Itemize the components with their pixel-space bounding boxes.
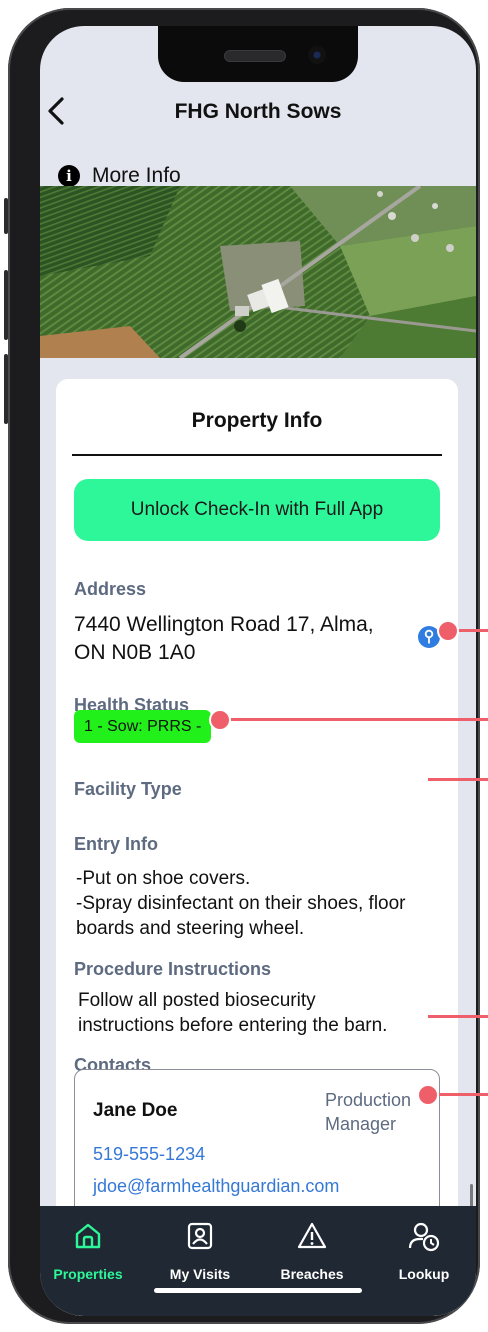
satellite-map-image[interactable] xyxy=(40,186,476,358)
callout-line-facility xyxy=(428,778,488,781)
more-info-link[interactable]: i More Info xyxy=(58,164,181,188)
bottom-tab-bar: Properties My Visits Breaches Lookup xyxy=(40,1206,476,1316)
tab-my-visits[interactable]: My Visits xyxy=(150,1206,250,1286)
procedure-line-2: instructions before entering the barn. xyxy=(78,1015,388,1036)
contact-role-line-2: Manager xyxy=(325,1114,397,1134)
contact-phone-link[interactable]: 519-555-1234 xyxy=(93,1144,205,1165)
home-indicator[interactable] xyxy=(154,1288,362,1293)
entry-info-line-1: -Put on shoe covers. xyxy=(76,868,251,889)
app-screen: FHG North Sows i More Info Property Info… xyxy=(40,26,476,1316)
procedure-line-1: Follow all posted biosecurity xyxy=(78,990,316,1011)
address-line-2: ON N0B 1A0 xyxy=(74,641,196,664)
callout-dot-health xyxy=(209,709,231,731)
tab-properties[interactable]: Properties xyxy=(40,1206,138,1286)
tab-lookup[interactable]: Lookup xyxy=(374,1206,474,1286)
volume-up-button xyxy=(4,270,8,340)
tab-label-lookup: Lookup xyxy=(398,1266,450,1282)
info-icon: i xyxy=(58,165,80,187)
tab-label-properties: Properties xyxy=(53,1266,123,1282)
unlock-check-in-button[interactable]: Unlock Check-In with Full App xyxy=(74,479,440,541)
tab-label-breaches: Breaches xyxy=(280,1266,344,1282)
visitor-badge-icon xyxy=(187,1222,213,1250)
address-label: Address xyxy=(74,579,147,599)
speaker xyxy=(224,50,286,62)
home-icon xyxy=(75,1223,101,1249)
property-info-card: Property Info Unlock Check-In with Full … xyxy=(56,379,458,1316)
callout-line-health xyxy=(220,718,488,721)
notch xyxy=(158,26,358,82)
more-info-label: More Info xyxy=(92,164,181,187)
address-line-1: 7440 Wellington Road 17, Alma, xyxy=(74,613,374,636)
tab-label-my-visits: My Visits xyxy=(169,1266,231,1282)
aerial-photo xyxy=(40,186,476,358)
tab-breaches[interactable]: Breaches xyxy=(262,1206,362,1286)
contact-email-link[interactable]: jdoe@farmhealthguardian.com xyxy=(93,1176,339,1197)
camera xyxy=(308,46,326,64)
facility-type-label: Facility Type xyxy=(74,779,182,799)
user-clock-icon xyxy=(408,1222,440,1252)
callout-line-procedure xyxy=(428,1015,488,1018)
entry-info-line-2: -Spray disinfectant on their shoes, floo… xyxy=(76,893,406,914)
callout-dot-address xyxy=(437,620,459,642)
callout-dot-contact xyxy=(417,1084,439,1106)
title-divider xyxy=(72,454,442,456)
entry-info-label: Entry Info xyxy=(74,834,158,854)
entry-info-line-3: boards and steering wheel. xyxy=(76,918,305,939)
page-title: FHG North Sows xyxy=(174,100,342,123)
location-pin-glyph xyxy=(424,629,434,644)
phone-frame: FHG North Sows i More Info Property Info… xyxy=(4,8,480,1324)
contact-name: Jane Doe xyxy=(93,1100,178,1121)
warning-icon xyxy=(297,1222,327,1249)
procedure-label: Procedure Instructions xyxy=(74,959,272,979)
volume-down-button xyxy=(4,354,8,424)
card-title: Property Info xyxy=(191,409,323,432)
mute-switch xyxy=(4,198,8,234)
health-status-badge: 1 - Sow: PRRS - xyxy=(74,710,212,743)
